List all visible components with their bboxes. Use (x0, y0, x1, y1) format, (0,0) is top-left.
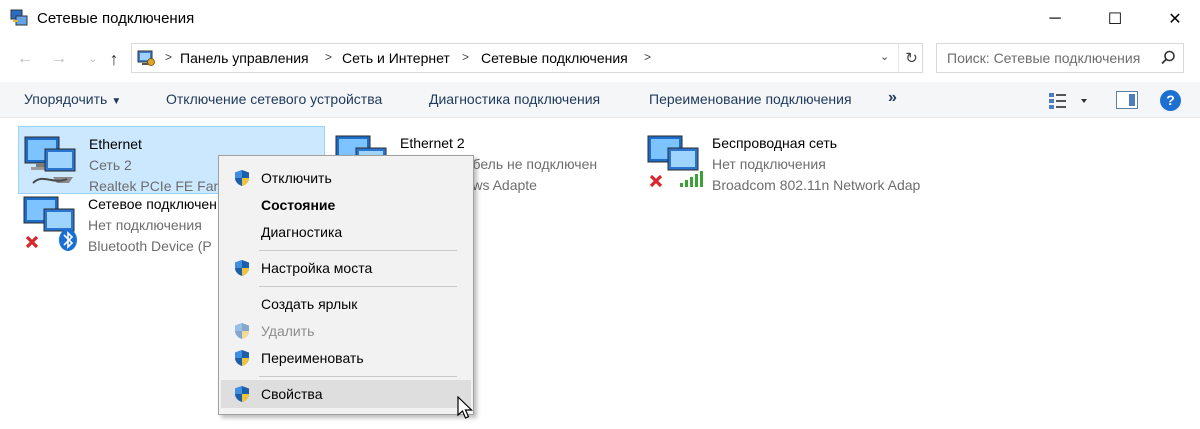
breadcrumb-separator[interactable]: > (644, 50, 651, 64)
menu-item-properties[interactable]: Свойства (221, 380, 471, 408)
search-icon (1161, 50, 1175, 65)
rename-connection-button[interactable]: Переименование подключения (649, 91, 852, 107)
view-options-icon[interactable] (1048, 91, 1088, 111)
breadcrumb-separator: > (165, 50, 173, 64)
forward-button[interactable]: → (48, 48, 70, 70)
title-bar: Сетевые подключения ─ ☐ ✕ (0, 0, 1200, 38)
connection-adapter: Bluetooth Device (P (88, 238, 212, 254)
menu-item-delete: Удалить (221, 318, 471, 344)
mouse-pointer-icon (457, 396, 473, 419)
menu-separator (259, 286, 457, 287)
menu-item-disable[interactable]: Отключить (221, 165, 471, 191)
uac-shield-icon (235, 350, 249, 366)
connection-network: Нет подключения (712, 156, 826, 172)
menu-separator (259, 250, 457, 251)
organize-label: Упорядочить (24, 91, 108, 107)
address-history-dropdown[interactable]: ⌄ (880, 50, 889, 63)
context-menu: Отключить Состояние Диагностика Настройк… (218, 155, 474, 415)
breadcrumb-separator[interactable]: > (325, 50, 332, 64)
menu-item-label: Диагностика (261, 224, 343, 240)
up-button[interactable]: ↑ (103, 48, 125, 70)
menu-item-status[interactable]: Состояние (221, 192, 471, 218)
address-row: ← → ⌄ ↑ > Панель управления > Сеть и Инт… (0, 38, 1200, 80)
wired-connection-icon (24, 136, 76, 184)
connection-name: Беспроводная сеть (712, 135, 838, 151)
menu-item-label: Переименовать (261, 350, 364, 366)
uac-shield-icon (235, 170, 249, 186)
help-icon[interactable]: ? (1160, 90, 1181, 111)
search-placeholder: Поиск: Сетевые подключения (947, 50, 1141, 66)
organize-button[interactable]: Упорядочить ▼ (24, 91, 121, 107)
address-bar[interactable]: > Панель управления > Сеть и Интернет > … (131, 43, 923, 73)
breadcrumb-network-connections[interactable]: Сетевые подключения (481, 50, 628, 66)
menu-item-label: Свойства (261, 386, 323, 402)
menu-item-label: Удалить (261, 323, 315, 339)
refresh-button[interactable]: ↻ (898, 44, 924, 72)
menu-item-label: Настройка моста (261, 260, 373, 276)
chevron-down-icon: ▼ (111, 96, 122, 107)
breadcrumb-control-panel[interactable]: Панель управления (180, 50, 309, 66)
uac-shield-icon (235, 323, 249, 339)
connection-name: Ethernet 2 (400, 135, 465, 151)
bluetooth-connection-icon (23, 196, 77, 251)
menu-item-diagnostics[interactable]: Диагностика (221, 219, 471, 245)
connection-name: Сетевое подключен (88, 196, 217, 212)
breadcrumb-separator[interactable]: > (462, 50, 469, 64)
uac-shield-icon (235, 260, 249, 276)
search-input[interactable]: Поиск: Сетевые подключения (936, 43, 1184, 73)
breadcrumb-network-internet[interactable]: Сеть и Интернет (342, 50, 450, 66)
menu-separator (259, 376, 457, 377)
connection-item-wireless[interactable]: Беспроводная сеть Нет подключения Broadc… (642, 126, 952, 194)
menu-item-label: Отключить (261, 170, 332, 186)
wireless-connection-icon (647, 135, 703, 188)
minimize-button[interactable]: ─ (1030, 0, 1080, 38)
close-button[interactable]: ✕ (1150, 0, 1200, 38)
more-commands-button[interactable]: » (888, 89, 897, 107)
preview-pane-icon[interactable] (1116, 91, 1138, 109)
diagnose-connection-button[interactable]: Диагностика подключения (429, 91, 600, 107)
network-connections-app-icon (10, 9, 28, 26)
menu-item-rename[interactable]: Переименовать (221, 345, 471, 371)
menu-item-bridge[interactable]: Настройка моста (221, 255, 471, 281)
connection-item-bluetooth[interactable]: Сетевое подключен Нет подключения Blueto… (18, 187, 228, 255)
disable-device-button[interactable]: Отключение сетевого устройства (166, 91, 382, 107)
connection-name: Ethernet (89, 136, 142, 152)
uac-shield-icon (235, 386, 249, 402)
connection-network: Сеть 2 (89, 157, 132, 173)
recent-locations-button[interactable]: ⌄ (82, 48, 104, 70)
menu-item-label: Состояние (261, 197, 336, 213)
menu-item-label: Создать ярлык (261, 296, 358, 312)
connection-adapter: Broadcom 802.11n Network Adap (712, 177, 921, 193)
back-button[interactable]: ← (14, 48, 36, 70)
command-bar: Упорядочить ▼ Отключение сетевого устройс… (0, 82, 1200, 118)
control-panel-icon (137, 50, 155, 66)
window-title: Сетевые подключения (37, 10, 195, 27)
connections-list: Ethernet Сеть 2 Realtek PCIe FE Fam Ethe… (0, 119, 1200, 429)
menu-item-create-shortcut[interactable]: Создать ярлык (221, 291, 471, 317)
maximize-button[interactable]: ☐ (1090, 0, 1140, 38)
connection-network: Нет подключения (88, 217, 202, 233)
